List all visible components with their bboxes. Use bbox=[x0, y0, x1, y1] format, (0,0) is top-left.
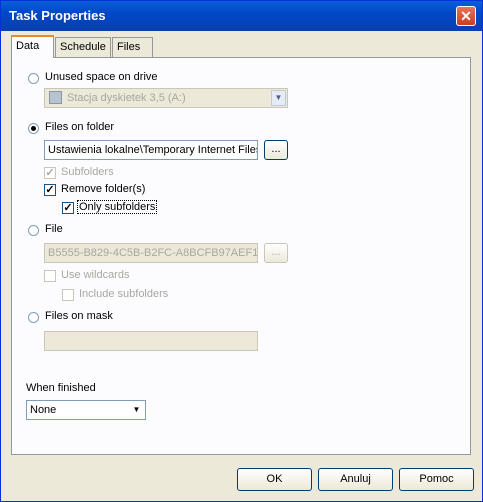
tab-data[interactable]: Data bbox=[11, 35, 54, 58]
title-bar: Task Properties ✕ bbox=[1, 1, 482, 31]
when-finished-select[interactable]: None ▼ bbox=[26, 400, 146, 420]
file-label: File bbox=[45, 223, 63, 235]
ok-button[interactable]: OK bbox=[237, 468, 312, 491]
mask-input[interactable] bbox=[44, 331, 258, 351]
subfolders-checkbox[interactable]: ✓ bbox=[44, 167, 56, 179]
folder-browse-button[interactable]: ... bbox=[264, 140, 288, 160]
when-finished-value: None bbox=[30, 404, 57, 416]
subfolders-label: Subfolders bbox=[61, 166, 114, 178]
include-subfolders-label: Include subfolders bbox=[79, 288, 169, 300]
file-radio[interactable] bbox=[28, 225, 39, 236]
drive-select-value: Stacja dyskietek 3,5 (A:) bbox=[67, 92, 186, 104]
tab-files[interactable]: Files bbox=[112, 37, 153, 57]
file-input[interactable]: B5555-B829-4C5B-B2FC-A8BCFB97AEF1.I bbox=[44, 243, 258, 263]
files-on-mask-radio[interactable] bbox=[28, 312, 39, 323]
remove-folders-checkbox[interactable]: ✓ bbox=[44, 184, 56, 196]
unused-space-label: Unused space on drive bbox=[45, 71, 158, 83]
only-subfolders-checkbox[interactable]: ✓ bbox=[62, 202, 74, 214]
window-title: Task Properties bbox=[9, 8, 106, 23]
only-subfolders-label: Only subfolders bbox=[77, 200, 158, 214]
file-input-value: B5555-B829-4C5B-B2FC-A8BCFB97AEF1.I bbox=[48, 247, 258, 259]
help-label: Pomoc bbox=[419, 473, 454, 485]
chevron-down-icon[interactable]: ▼ bbox=[271, 90, 286, 106]
cancel-button[interactable]: Anuluj bbox=[318, 468, 393, 491]
use-wildcards-label: Use wildcards bbox=[61, 269, 130, 281]
ok-label: OK bbox=[266, 473, 283, 485]
chevron-down-icon[interactable]: ▼ bbox=[129, 402, 144, 418]
close-icon[interactable]: ✕ bbox=[456, 6, 476, 26]
files-on-folder-label: Files on folder bbox=[45, 121, 115, 133]
tab-data-label: Data bbox=[16, 40, 40, 52]
file-browse-button[interactable]: ... bbox=[264, 243, 288, 263]
cancel-label: Anuluj bbox=[340, 473, 371, 485]
task-properties-dialog: Task Properties ✕ Data Schedule Files Un… bbox=[0, 0, 483, 502]
help-button[interactable]: Pomoc bbox=[399, 468, 474, 491]
when-finished-label: When finished bbox=[26, 382, 96, 394]
drive-select[interactable]: Stacja dyskietek 3,5 (A:) ▼ bbox=[44, 88, 288, 108]
folder-path-value: Ustawienia lokalne\Temporary Internet Fi… bbox=[48, 144, 258, 156]
floppy-drive-icon bbox=[49, 91, 62, 104]
folder-path-input[interactable]: Ustawienia lokalne\Temporary Internet Fi… bbox=[44, 140, 258, 160]
use-wildcards-checkbox[interactable] bbox=[44, 270, 56, 282]
include-subfolders-checkbox[interactable] bbox=[62, 289, 74, 301]
files-on-mask-label: Files on mask bbox=[45, 310, 113, 322]
unused-space-radio[interactable] bbox=[28, 73, 39, 84]
tab-files-label: Files bbox=[117, 41, 141, 53]
tab-schedule[interactable]: Schedule bbox=[55, 37, 111, 57]
files-on-folder-radio[interactable] bbox=[28, 123, 39, 134]
data-tab-panel: Unused space on drive Stacja dyskietek 3… bbox=[11, 57, 471, 455]
folder-browse-label: ... bbox=[271, 143, 281, 155]
tab-schedule-label: Schedule bbox=[60, 41, 106, 53]
remove-folders-label: Remove folder(s) bbox=[61, 183, 146, 195]
file-browse-label: ... bbox=[271, 246, 281, 258]
